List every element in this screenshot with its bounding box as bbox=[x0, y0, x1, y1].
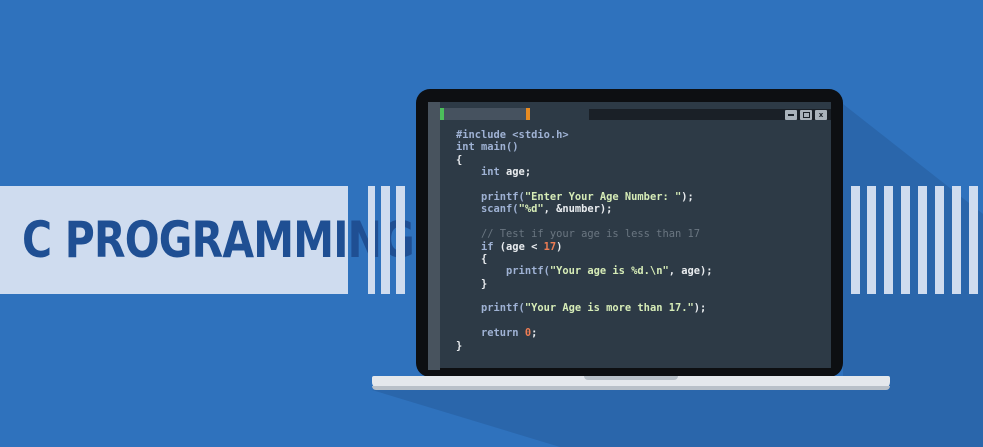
code-line: return 0; bbox=[456, 327, 826, 339]
stripe bbox=[867, 186, 876, 294]
code-line: int main() bbox=[456, 141, 826, 153]
code-token: "%d" bbox=[518, 203, 544, 216]
code-token: , &number); bbox=[543, 203, 613, 216]
code-token: int bbox=[456, 166, 507, 179]
code-line: { bbox=[456, 253, 826, 265]
maximize-button[interactable] bbox=[800, 110, 812, 120]
code-token: } bbox=[456, 339, 463, 352]
code-line: if (age < 17) bbox=[456, 241, 826, 253]
code-token: // Test if your age is less than 17 bbox=[456, 228, 700, 241]
code-token: ); bbox=[681, 190, 694, 203]
code-line: } bbox=[456, 278, 826, 290]
stripe bbox=[884, 186, 893, 294]
code-line: printf("Your age is %d.\n", age); bbox=[456, 265, 826, 277]
code-token: printf( bbox=[456, 190, 525, 203]
code-token: "Your Age is more than 17." bbox=[524, 302, 694, 315]
code-token: printf( bbox=[456, 265, 550, 278]
laptop-notch bbox=[584, 376, 678, 380]
code-line: printf("Your Age is more than 17."); bbox=[456, 302, 826, 314]
laptop-base-edge bbox=[372, 386, 890, 390]
minimize-button[interactable] bbox=[785, 110, 797, 120]
code-token: , age); bbox=[668, 265, 713, 278]
stripe bbox=[901, 186, 910, 294]
maximize-icon bbox=[803, 112, 810, 118]
code-line: int age; bbox=[456, 166, 826, 178]
editor-tab[interactable] bbox=[440, 108, 530, 120]
stripe bbox=[969, 186, 978, 294]
code-token: (age < bbox=[499, 240, 544, 253]
code-token: { bbox=[456, 153, 463, 166]
code-token: return bbox=[456, 327, 525, 340]
title-banner: C PROGRAMMING bbox=[0, 186, 415, 294]
code-token: #include <stdio.h> bbox=[456, 129, 569, 141]
stripe bbox=[381, 186, 390, 294]
stripe bbox=[396, 186, 405, 294]
stripe bbox=[935, 186, 944, 294]
code-line: printf("Enter Your Age Number: "); bbox=[456, 191, 826, 203]
code-token: printf( bbox=[456, 302, 525, 315]
code-line: // Test if your age is less than 17 bbox=[456, 228, 826, 240]
stripe bbox=[918, 186, 927, 294]
tab-status-indicator bbox=[440, 108, 444, 120]
page-title: C PROGRAMMING bbox=[22, 211, 415, 269]
stripe bbox=[952, 186, 961, 294]
close-button[interactable]: x bbox=[815, 110, 827, 120]
source-code: #include <stdio.h> int main(){ int age; p… bbox=[456, 129, 826, 359]
code-line: scanf("%d", &number); bbox=[456, 203, 826, 215]
code-token: age; bbox=[506, 166, 532, 179]
code-token: scanf( bbox=[456, 203, 519, 216]
code-token: ; bbox=[531, 327, 538, 340]
code-line: #include <stdio.h> bbox=[456, 129, 826, 141]
code-token: { bbox=[456, 252, 488, 265]
tab-modified-indicator bbox=[526, 108, 530, 120]
code-token: if bbox=[456, 240, 500, 253]
close-icon: x bbox=[818, 111, 824, 119]
code-token: } bbox=[456, 277, 488, 290]
code-token: "Your age is %d.\n" bbox=[549, 265, 669, 278]
stripe bbox=[368, 186, 375, 294]
code-token: ); bbox=[693, 302, 707, 315]
code-token: main() bbox=[481, 141, 519, 154]
minimize-icon bbox=[788, 114, 794, 116]
editor-gutter bbox=[428, 102, 440, 370]
code-token: "Enter Your Age Number: " bbox=[524, 190, 682, 203]
code-token: 17 bbox=[543, 240, 557, 253]
stripe bbox=[851, 186, 860, 294]
code-token: int bbox=[456, 141, 482, 154]
code-line: { bbox=[456, 154, 826, 166]
code-token: ) bbox=[556, 240, 563, 253]
code-line: } bbox=[456, 340, 826, 352]
